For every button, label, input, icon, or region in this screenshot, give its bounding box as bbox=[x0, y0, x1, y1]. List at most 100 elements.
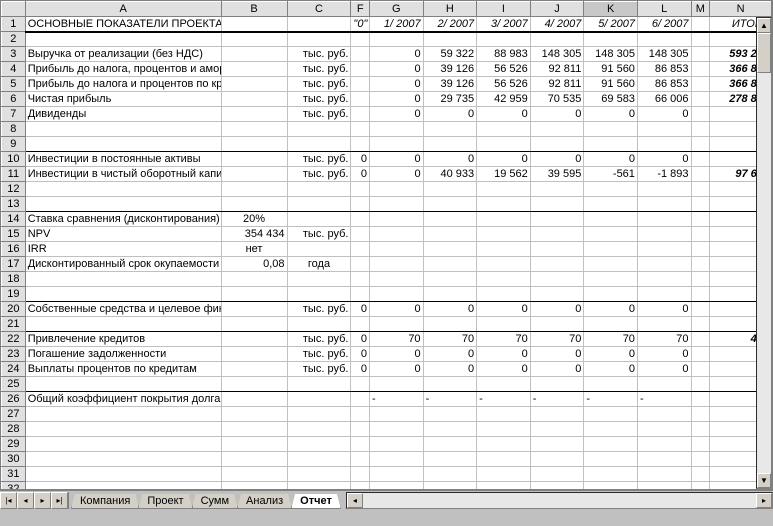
cell[interactable]: тыс. руб. bbox=[287, 227, 351, 242]
cell[interactable]: 20% bbox=[221, 212, 287, 227]
cell[interactable] bbox=[530, 257, 584, 272]
cell[interactable]: тыс. руб. bbox=[287, 347, 351, 362]
cell[interactable]: 70 bbox=[423, 332, 477, 347]
cell[interactable] bbox=[25, 32, 221, 47]
cell[interactable] bbox=[691, 167, 710, 182]
cell[interactable] bbox=[530, 182, 584, 197]
scroll-down-button[interactable]: ▼ bbox=[757, 473, 771, 488]
cell[interactable] bbox=[287, 287, 351, 302]
cell[interactable]: тыс. руб. bbox=[287, 302, 351, 317]
cell[interactable] bbox=[221, 152, 287, 167]
cell[interactable] bbox=[691, 332, 710, 347]
cell[interactable] bbox=[221, 32, 287, 47]
cell[interactable]: NPV bbox=[25, 227, 221, 242]
cell[interactable]: - bbox=[584, 392, 638, 407]
cell[interactable]: 40 933 bbox=[423, 167, 477, 182]
cell[interactable]: 69 583 bbox=[584, 92, 638, 107]
col-header-L[interactable]: L bbox=[637, 2, 691, 17]
cell[interactable]: 148 305 bbox=[530, 47, 584, 62]
cell[interactable] bbox=[351, 107, 370, 122]
cell[interactable] bbox=[369, 467, 423, 482]
cell[interactable] bbox=[423, 182, 477, 197]
cell[interactable] bbox=[423, 482, 477, 491]
cell[interactable]: Чистая прибыль bbox=[25, 92, 221, 107]
col-header-H[interactable]: H bbox=[423, 2, 477, 17]
cell[interactable] bbox=[530, 32, 584, 47]
cell[interactable] bbox=[530, 197, 584, 212]
cell[interactable] bbox=[221, 272, 287, 287]
cell[interactable]: "0" bbox=[351, 17, 370, 32]
cell[interactable] bbox=[584, 317, 638, 332]
cell[interactable] bbox=[691, 17, 710, 32]
cell[interactable] bbox=[25, 482, 221, 491]
cell[interactable] bbox=[691, 227, 710, 242]
scroll-v-track[interactable] bbox=[757, 33, 771, 473]
cell[interactable]: 70 bbox=[477, 332, 531, 347]
cell[interactable] bbox=[351, 92, 370, 107]
select-all-corner[interactable] bbox=[2, 2, 26, 17]
sheet-tab-Сумм[interactable]: Сумм bbox=[192, 494, 238, 509]
row-header-19[interactable]: 19 bbox=[2, 287, 26, 302]
cell[interactable]: тыс. руб. bbox=[287, 332, 351, 347]
col-header-I[interactable]: I bbox=[477, 2, 531, 17]
cell[interactable] bbox=[287, 482, 351, 491]
scroll-h-track[interactable] bbox=[363, 493, 756, 508]
cell[interactable]: Инвестиции в постоянные активы bbox=[25, 152, 221, 167]
cell[interactable]: 86 853 bbox=[637, 62, 691, 77]
row-header-7[interactable]: 7 bbox=[2, 107, 26, 122]
cell[interactable] bbox=[530, 407, 584, 422]
cell[interactable] bbox=[221, 107, 287, 122]
cell[interactable] bbox=[287, 137, 351, 152]
cell[interactable]: Прибыль до налога и процентов по кредита… bbox=[25, 77, 221, 92]
cell[interactable] bbox=[423, 317, 477, 332]
cell[interactable] bbox=[351, 482, 370, 491]
cell[interactable] bbox=[423, 212, 477, 227]
cell[interactable] bbox=[584, 122, 638, 137]
cell[interactable] bbox=[221, 422, 287, 437]
cell[interactable] bbox=[287, 212, 351, 227]
col-header-J[interactable]: J bbox=[530, 2, 584, 17]
cell[interactable] bbox=[351, 287, 370, 302]
cell[interactable] bbox=[477, 242, 531, 257]
cell[interactable] bbox=[637, 467, 691, 482]
row-header-18[interactable]: 18 bbox=[2, 272, 26, 287]
cell[interactable]: тыс. руб. bbox=[287, 152, 351, 167]
cell[interactable] bbox=[530, 227, 584, 242]
row-header-26[interactable]: 26 bbox=[2, 392, 26, 407]
cell[interactable] bbox=[25, 422, 221, 437]
cell[interactable] bbox=[691, 122, 710, 137]
cell[interactable]: 29 735 bbox=[423, 92, 477, 107]
cell[interactable] bbox=[351, 137, 370, 152]
cell[interactable] bbox=[530, 482, 584, 491]
cell[interactable] bbox=[584, 422, 638, 437]
col-header-F[interactable]: F bbox=[351, 2, 370, 17]
tab-nav-next[interactable]: ▸ bbox=[34, 492, 51, 509]
col-header-N[interactable]: N bbox=[710, 2, 772, 17]
cell[interactable] bbox=[423, 32, 477, 47]
cell[interactable] bbox=[287, 377, 351, 392]
cell[interactable] bbox=[477, 452, 531, 467]
cell[interactable] bbox=[477, 137, 531, 152]
cell[interactable] bbox=[691, 452, 710, 467]
cell[interactable]: -1 893 bbox=[637, 167, 691, 182]
cell[interactable]: 56 526 bbox=[477, 62, 531, 77]
cell[interactable]: Прибыль до налога, процентов и амортизац… bbox=[25, 62, 221, 77]
cell[interactable]: Ставка сравнения (дисконтирования) bbox=[25, 212, 221, 227]
cell[interactable]: тыс. руб. bbox=[287, 362, 351, 377]
cell[interactable] bbox=[691, 287, 710, 302]
cell[interactable]: 0 bbox=[584, 302, 638, 317]
cell[interactable]: 0 bbox=[477, 362, 531, 377]
cell[interactable] bbox=[477, 407, 531, 422]
cell[interactable] bbox=[369, 212, 423, 227]
cell[interactable] bbox=[637, 317, 691, 332]
sheet-tab-Отчет[interactable]: Отчет bbox=[291, 494, 341, 509]
cell[interactable]: 92 811 bbox=[530, 77, 584, 92]
cell[interactable] bbox=[25, 272, 221, 287]
cell[interactable] bbox=[423, 137, 477, 152]
cell[interactable] bbox=[25, 122, 221, 137]
cell[interactable] bbox=[477, 272, 531, 287]
cell[interactable] bbox=[221, 482, 287, 491]
cell[interactable] bbox=[637, 122, 691, 137]
cell[interactable]: 0 bbox=[637, 302, 691, 317]
cell[interactable] bbox=[369, 182, 423, 197]
